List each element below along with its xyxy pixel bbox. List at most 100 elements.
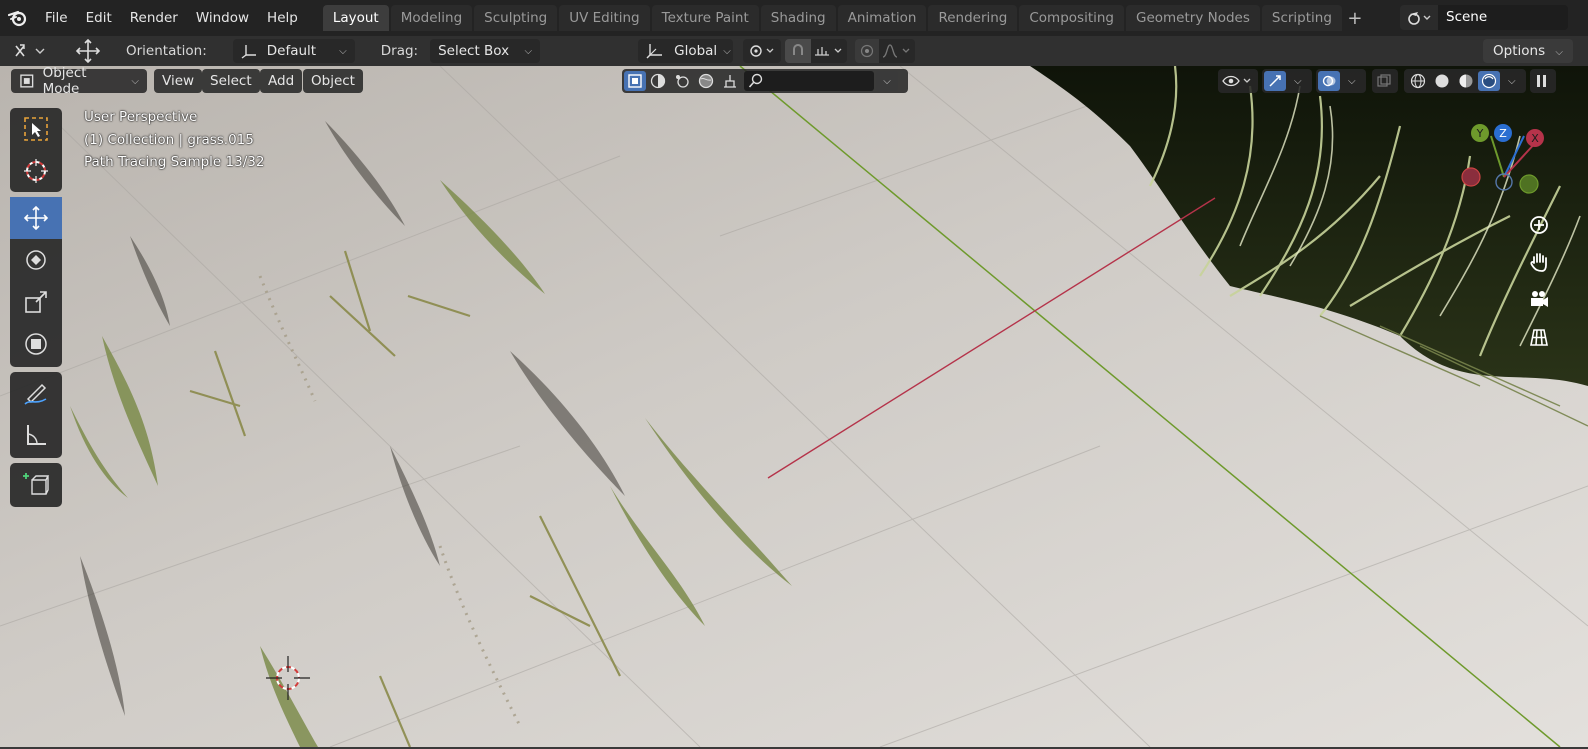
negative-y-handle[interactable] bbox=[1519, 174, 1539, 194]
tab-rendering[interactable]: Rendering bbox=[928, 5, 1018, 31]
menu-object[interactable]: Object bbox=[303, 69, 363, 93]
wireframe-shading-icon[interactable] bbox=[1406, 73, 1430, 89]
chevron-down-icon: ⌵ bbox=[723, 45, 731, 57]
y-axis-letter: Y bbox=[1476, 127, 1484, 140]
object-mode-dropdown[interactable]: Object Mode ⌵ bbox=[11, 66, 147, 97]
camera-icon[interactable] bbox=[1526, 287, 1552, 313]
chevron-down-icon: ⌵ bbox=[1294, 75, 1302, 87]
world-icon[interactable] bbox=[694, 73, 718, 89]
zoom-icon[interactable] bbox=[1526, 212, 1552, 238]
top-menu-bar: File Edit Render Window Help Layout Mode… bbox=[0, 0, 1588, 36]
chevron-down-icon: ⌵ bbox=[339, 45, 347, 57]
snap-target-dropdown[interactable] bbox=[811, 39, 848, 63]
scene-collection-icon[interactable] bbox=[718, 73, 742, 89]
move-tool-icon[interactable] bbox=[10, 197, 62, 239]
scene-name-field[interactable]: Scene bbox=[1438, 5, 1568, 30]
tab-uv-editing[interactable]: UV Editing bbox=[559, 5, 650, 31]
z-axis-letter: Z bbox=[1499, 127, 1507, 140]
measure-tool-icon[interactable] bbox=[10, 414, 62, 456]
transform-orientation-dropdown[interactable]: Global ⌵ bbox=[638, 39, 734, 63]
blender-logo-icon[interactable] bbox=[0, 0, 36, 36]
tool-settings-bar: Orientation: Default ⌵ Drag: Select Box … bbox=[0, 36, 1588, 66]
object-mode-icon bbox=[20, 74, 34, 88]
particles-icon[interactable] bbox=[670, 73, 694, 89]
tab-scripting[interactable]: Scripting bbox=[1261, 5, 1342, 31]
tool-mode-dropdown[interactable] bbox=[10, 39, 50, 63]
menu-add[interactable]: Add bbox=[260, 69, 303, 93]
sidebar-toggle-icon[interactable] bbox=[1530, 69, 1556, 93]
transform-orientation-value: Global bbox=[674, 43, 718, 59]
tab-animation[interactable]: Animation bbox=[837, 5, 927, 31]
scale-tool-icon[interactable] bbox=[10, 281, 62, 323]
scene-selector: Scene bbox=[1400, 5, 1568, 30]
view-perspective-text: User Perspective bbox=[84, 109, 198, 125]
viewport-header: Object Mode ⌵ View Select Add Object ⌵ ⌵… bbox=[0, 66, 1588, 97]
drag-label: Drag: bbox=[380, 43, 419, 59]
select-box-tool-icon[interactable] bbox=[10, 108, 62, 150]
search-icon bbox=[748, 73, 763, 88]
tool-group-add bbox=[10, 463, 62, 507]
menu-render[interactable]: Render bbox=[121, 5, 187, 31]
eye-icon bbox=[1222, 75, 1251, 87]
snap-toggle-icon[interactable] bbox=[785, 39, 812, 63]
menu-file[interactable]: File bbox=[36, 5, 77, 31]
axes-icon bbox=[646, 44, 663, 59]
object-mode-value: Object Mode bbox=[42, 66, 87, 97]
tab-sculpting[interactable]: Sculpting bbox=[474, 5, 558, 31]
filter-dropdown-icon[interactable]: ⌵ bbox=[876, 71, 898, 91]
select-box-mode-icon[interactable] bbox=[624, 71, 646, 91]
x-axis-letter: X bbox=[1531, 132, 1539, 145]
scene-icon[interactable] bbox=[1400, 5, 1438, 30]
navigation-gizmo[interactable]: Y Z X bbox=[1460, 118, 1555, 206]
annotate-tool-icon[interactable] bbox=[10, 372, 62, 414]
render-sample-text: Path Tracing Sample 13/32 bbox=[84, 154, 265, 170]
collection-object-text: (1) Collection | grass.015 bbox=[84, 132, 254, 148]
orientation-gizmo-icon bbox=[241, 45, 256, 59]
tab-compositing[interactable]: Compositing bbox=[1019, 5, 1124, 31]
search-input[interactable] bbox=[744, 71, 874, 91]
material-shading-icon[interactable] bbox=[1454, 73, 1478, 89]
tab-texture-paint[interactable]: Texture Paint bbox=[651, 5, 759, 31]
tab-shading[interactable]: Shading bbox=[760, 5, 836, 31]
ortho-grid-icon[interactable] bbox=[1526, 324, 1552, 350]
rendered-shading-icon[interactable] bbox=[1478, 71, 1500, 91]
options-dropdown[interactable]: Options ⌵ bbox=[1483, 39, 1573, 63]
menu-window[interactable]: Window bbox=[187, 5, 258, 31]
negative-x-handle[interactable] bbox=[1461, 167, 1481, 187]
3d-viewport[interactable]: Object Mode ⌵ View Select Add Object ⌵ ⌵… bbox=[0, 66, 1588, 747]
menu-view[interactable]: View bbox=[154, 69, 203, 93]
menu-edit[interactable]: Edit bbox=[77, 5, 121, 31]
plus-icon[interactable]: + bbox=[1344, 8, 1366, 29]
visibility-dropdown[interactable] bbox=[1218, 69, 1258, 93]
overlays-toggle-icon[interactable] bbox=[1318, 71, 1340, 91]
pan-hand-icon[interactable] bbox=[1526, 249, 1552, 275]
menu-select[interactable]: Select bbox=[202, 69, 260, 93]
drag-dropdown[interactable]: Select Box ⌵ bbox=[430, 39, 541, 63]
tab-layout[interactable]: Layout bbox=[322, 5, 389, 31]
move-arrows-icon bbox=[68, 38, 108, 64]
menu-help[interactable]: Help bbox=[258, 5, 307, 31]
options-label: Options bbox=[1493, 43, 1546, 59]
orientation-value: Default bbox=[266, 43, 317, 59]
xray-toggle-icon[interactable] bbox=[1372, 69, 1398, 93]
orientation-dropdown[interactable]: Default ⌵ bbox=[232, 39, 355, 63]
gizmo-toggle-icon[interactable] bbox=[1264, 71, 1286, 91]
gizmo-dropdown[interactable]: ⌵ bbox=[1262, 69, 1312, 93]
chevron-down-icon: ⌵ bbox=[1555, 47, 1563, 58]
3d-cursor-tool-icon[interactable] bbox=[10, 150, 62, 192]
proportional-edit-icon[interactable] bbox=[855, 39, 880, 63]
overlays-dropdown[interactable]: ⌵ bbox=[1316, 69, 1366, 93]
shading-mode-group: ⌵ bbox=[1404, 69, 1526, 93]
center-toolbar: ⌵ bbox=[622, 69, 908, 93]
tab-modeling[interactable]: Modeling bbox=[390, 5, 473, 31]
workspace-tabs: Layout Modeling Sculpting UV Editing Tex… bbox=[322, 5, 1366, 31]
transform-tool-icon[interactable] bbox=[10, 323, 62, 365]
pivot-point-dropdown[interactable] bbox=[743, 39, 782, 63]
falloff-dropdown[interactable] bbox=[879, 39, 916, 63]
tab-geometry-nodes[interactable]: Geometry Nodes bbox=[1126, 5, 1260, 31]
add-cube-tool-icon[interactable] bbox=[10, 463, 62, 505]
rotate-tool-icon[interactable] bbox=[10, 239, 62, 281]
solid-shading-icon[interactable] bbox=[1430, 73, 1454, 89]
chevron-down-icon: ⌵ bbox=[1508, 75, 1516, 87]
shading-sphere-icon[interactable] bbox=[646, 73, 670, 89]
